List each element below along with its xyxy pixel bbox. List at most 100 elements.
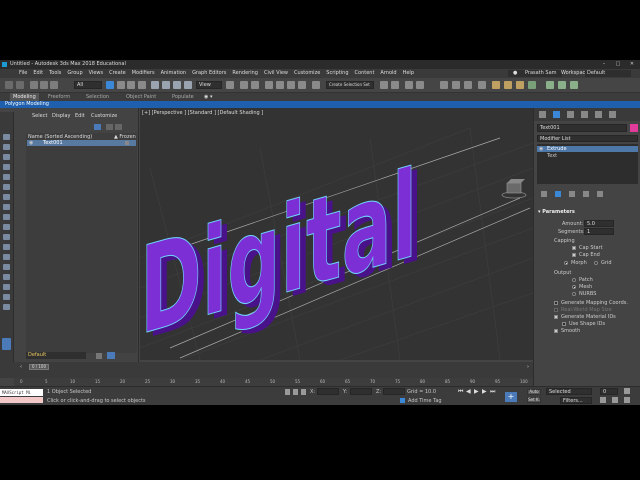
snaps-toggle-icon[interactable] (265, 81, 273, 89)
keyboard-shortcut-icon[interactable] (251, 81, 259, 89)
pin-stack-icon[interactable] (541, 191, 547, 197)
display-tab-icon[interactable] (595, 111, 602, 118)
time-configuration-icon[interactable] (600, 397, 606, 403)
time-slider-next-icon[interactable]: › (527, 364, 529, 370)
arnold-render-icon[interactable] (546, 81, 554, 89)
key-filters-button[interactable]: Filters... (560, 397, 592, 404)
key-mode-dropdown[interactable]: Selected (546, 388, 592, 395)
move-icon[interactable] (151, 81, 159, 89)
link-icon[interactable] (30, 81, 38, 89)
timeline-ruler[interactable]: 0 5 10 15 20 25 30 35 40 45 50 55 60 65 70 75 80 85 90 95 10… (14, 378, 533, 386)
scene-tab-edit[interactable]: Edit (75, 112, 85, 121)
current-frame-field[interactable]: 0 (600, 388, 618, 395)
time-slider-thumb[interactable]: 0 / 100 (29, 364, 49, 370)
undo-icon[interactable] (5, 81, 13, 89)
viewport-label[interactable]: [+] [Perspective ] [Standard ] [Default … (142, 110, 263, 116)
ribbon-tab-modeling[interactable]: Modeling (10, 93, 39, 101)
key-filters-icon[interactable]: + (505, 392, 517, 402)
utilities-tab-icon[interactable] (609, 111, 616, 118)
modify-tab-icon[interactable] (553, 111, 560, 118)
ribbon-toggle-icon[interactable] (440, 81, 448, 89)
explorer-filter-icon[interactable] (94, 124, 101, 130)
menu-edit[interactable]: Edit (30, 69, 46, 78)
render-production-icon[interactable] (516, 81, 524, 89)
make-unique-icon[interactable] (569, 191, 575, 197)
list-item[interactable]: ◉ Text001 (27, 140, 136, 146)
selection-filter-dropdown[interactable]: All (74, 81, 102, 89)
display-space-warps-icon[interactable] (3, 204, 10, 210)
mesh-radio[interactable] (572, 285, 576, 289)
time-slider-prev-icon[interactable]: ‹ (20, 364, 22, 370)
generate-mapping-checkbox[interactable] (554, 301, 558, 305)
display-containers-icon[interactable] (3, 244, 10, 250)
layer-settings-icon[interactable] (96, 353, 102, 359)
generate-material-ids-checkbox[interactable] (554, 315, 558, 319)
go-to-start-icon[interactable]: ⏮ (458, 388, 463, 396)
segments-spinner[interactable]: 1 (584, 228, 614, 235)
render-setup-icon[interactable] (492, 81, 500, 89)
layer-dropdown[interactable]: Default (26, 352, 86, 359)
menu-tools[interactable]: Tools (46, 69, 64, 78)
go-to-end-icon[interactable]: ⏭ (490, 388, 495, 396)
select-by-name-icon[interactable] (117, 81, 125, 89)
bind-space-warp-icon[interactable] (50, 81, 58, 89)
create-tab-icon[interactable] (539, 111, 546, 118)
menu-help[interactable]: Help (400, 69, 417, 78)
workspace-dropdown[interactable]: Default (585, 70, 631, 77)
render-view-icon[interactable] (558, 81, 566, 89)
named-selection-set-dropdown[interactable]: Create Selection Set (326, 81, 374, 89)
redo-icon[interactable] (16, 81, 24, 89)
display-lights-icon[interactable] (3, 174, 10, 180)
place-icon[interactable] (184, 81, 192, 89)
align-icon[interactable] (391, 81, 399, 89)
edit-named-selection-icon[interactable] (312, 81, 320, 89)
rectangle-selection-icon[interactable] (127, 81, 135, 89)
display-children-icon[interactable] (3, 274, 10, 280)
scene-tab-display[interactable]: Display (52, 112, 70, 121)
isolate-selection-icon[interactable] (285, 389, 290, 395)
schematic-view-icon[interactable] (464, 81, 472, 89)
maximize-button[interactable]: □ (611, 60, 625, 69)
z-coordinate-field[interactable] (383, 388, 405, 395)
absolute-mode-icon[interactable] (301, 389, 306, 395)
grid-radio[interactable] (594, 261, 598, 265)
display-bones-icon[interactable] (3, 234, 10, 240)
modifier-stack-item[interactable]: Text (547, 153, 557, 159)
display-geometry-icon[interactable] (3, 154, 10, 160)
rendered-frame-window-icon[interactable] (504, 81, 512, 89)
cap-start-checkbox[interactable] (572, 246, 576, 250)
select-manipulate-icon[interactable] (240, 81, 248, 89)
selection-lock-icon[interactable] (293, 389, 298, 395)
set-key-button[interactable]: Set K. (527, 397, 541, 403)
motion-tab-icon[interactable] (581, 111, 588, 118)
display-xrefs-icon[interactable] (3, 224, 10, 230)
menu-modifiers[interactable]: Modifiers (129, 69, 158, 78)
object-color-swatch[interactable] (630, 124, 638, 132)
amount-spinner[interactable]: 5.0 (584, 220, 614, 227)
cap-end-checkbox[interactable] (572, 253, 576, 257)
toggle-layer-explorer-icon[interactable] (416, 81, 424, 89)
display-frozen-icon[interactable] (3, 254, 10, 260)
menu-group[interactable]: Group (64, 69, 85, 78)
angle-snap-icon[interactable] (276, 81, 284, 89)
scale-icon[interactable] (173, 81, 181, 89)
display-helpers-icon[interactable] (3, 194, 10, 200)
user-account[interactable]: ● Prasath Sam (508, 70, 562, 77)
view-cube-icon[interactable] (501, 179, 527, 199)
real-world-map-checkbox[interactable] (554, 308, 558, 312)
menu-content[interactable]: Content (352, 69, 378, 78)
menu-views[interactable]: Views (86, 69, 106, 78)
use-shape-ids-checkbox[interactable] (562, 322, 566, 326)
render-online-icon[interactable] (528, 81, 536, 89)
menu-animation[interactable]: Animation (158, 69, 190, 78)
explorer-lock-icon[interactable] (106, 124, 113, 130)
filter-icon[interactable] (3, 294, 10, 300)
window-crossing-icon[interactable] (138, 81, 146, 89)
mirror-icon[interactable] (380, 81, 388, 89)
orbit-icon[interactable] (624, 397, 630, 403)
minimize-button[interactable]: – (597, 60, 611, 69)
display-groups-icon[interactable] (3, 214, 10, 220)
menu-file[interactable]: File (16, 69, 30, 78)
display-hidden-icon[interactable] (3, 264, 10, 270)
menu-graph-editors[interactable]: Graph Editors (189, 69, 229, 78)
